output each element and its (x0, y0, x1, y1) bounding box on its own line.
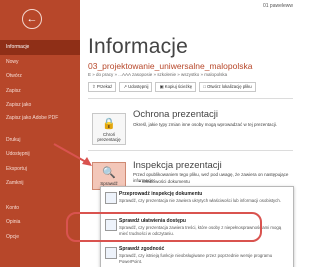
compatibility-icon (105, 247, 117, 259)
open-location-button[interactable]: □ Otwórz lokalizację pliku (199, 82, 256, 92)
upload-button[interactable]: ⇧ Przekaż (88, 82, 117, 92)
nav-item-nowy[interactable]: Nowy (0, 55, 80, 70)
menu-item-check-compatibility[interactable]: Sprawdź zgodność Sprawdź, czy istnieją f… (101, 244, 291, 266)
nav-item-zapisz-jako[interactable]: Zapisz jako (0, 98, 80, 113)
share-icon: ↗ (123, 84, 127, 89)
nav-item-informacje[interactable]: Informacje (0, 40, 80, 55)
file-path-breadcrumb: E » do pracy » ...AAA zasoposie » szkole… (88, 72, 228, 77)
highlight-outline (66, 212, 262, 242)
inspect-doc-icon (105, 192, 117, 204)
share-button[interactable]: ↗ Udostępnij (119, 82, 153, 92)
menu-item-inspect-document[interactable]: Przeprowadź inspekcję dokumentu Sprawdź,… (101, 189, 291, 213)
red-arrow-icon (53, 143, 92, 166)
divider (88, 150, 293, 151)
nav-item-konto[interactable]: Konto (0, 201, 80, 216)
upload-icon: ⇧ (92, 84, 96, 89)
copy-path-icon: ▣ (159, 84, 164, 89)
divider (88, 98, 293, 99)
back-arrow-icon[interactable]: ← (22, 9, 42, 29)
inspect-doc-icon: 🔍 (102, 167, 116, 179)
nav-item-zapisz-pdf[interactable]: Zapisz jako Adobe PDF (0, 113, 80, 133)
nav-item-otworz[interactable]: Otwórz (0, 69, 80, 84)
nav-item-zapisz[interactable]: Zapisz (0, 84, 80, 99)
file-name: 03_projektowanie_uniwersalne_malopolska (88, 61, 253, 71)
protect-description: Określ, jakie typy zmian inne osoby mogą… (133, 122, 278, 127)
inspect-bullet: • Właściwości dokumentu (139, 179, 190, 184)
protect-presentation-button[interactable]: 🔒 Chroń prezentację (92, 113, 126, 145)
lock-icon: 🔒 (102, 118, 116, 130)
nav-item-zamknij[interactable]: Zamknij (0, 176, 80, 191)
protect-title: Ochrona prezentacji (133, 109, 219, 120)
inspect-title: Inspekcja prezentacji (133, 160, 222, 171)
powerpoint-backstage: ← Informacje Nowy Otwórz Zapisz Zapisz j… (0, 0, 297, 267)
file-actions-toolbar: ⇧ Przekaż ↗ Udostępnij ▣ Kopiuj ścieżkę … (88, 82, 256, 92)
folder-icon: □ (203, 84, 206, 89)
copy-path-button[interactable]: ▣ Kopiuj ścieżkę (155, 82, 197, 92)
user-account[interactable]: 01 paweleww (263, 3, 293, 9)
page-title: Informacje (88, 35, 189, 58)
